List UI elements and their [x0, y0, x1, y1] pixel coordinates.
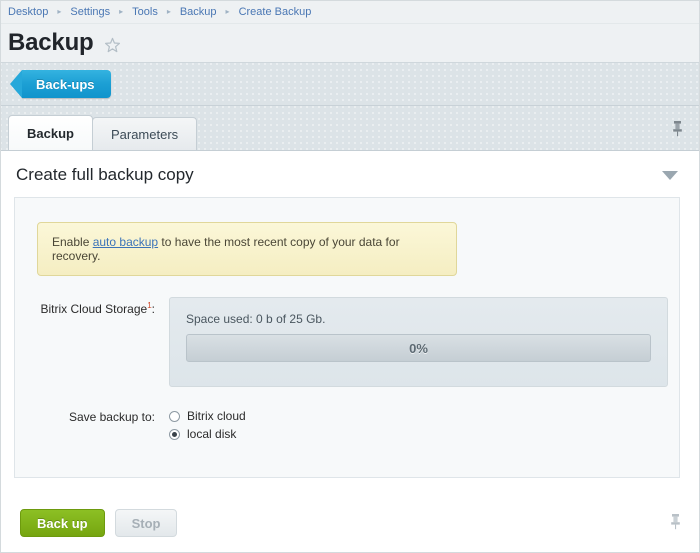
stop-button-label: Stop	[131, 515, 161, 531]
pushpin-icon-bottom[interactable]	[669, 513, 682, 533]
storage-progress-bar: 0%	[186, 334, 651, 362]
stop-button: Stop	[114, 509, 178, 537]
page-header: Backup	[0, 24, 700, 62]
radio-local-disk-label: local disk	[187, 427, 237, 441]
storage-progress-label: 0%	[409, 340, 428, 356]
breadcrumb-separator: ▸	[119, 6, 124, 16]
chevron-down-icon[interactable]	[662, 170, 678, 180]
pushpin-icon[interactable]	[671, 120, 684, 140]
breadcrumb-separator: ▸	[57, 6, 62, 16]
breadcrumb-item-create-backup[interactable]: Create Backup	[239, 6, 312, 18]
section-title: Create full backup copy	[16, 165, 194, 184]
space-used-text: Space used: 0 b of 25 Gb.	[186, 312, 326, 326]
radio-local-disk-icon[interactable]	[169, 428, 180, 440]
breadcrumb-separator: ▸	[166, 6, 171, 16]
page-title: Backup	[8, 29, 94, 56]
section-header: Create full backup copy	[0, 151, 700, 197]
cloud-storage-label-colon: :	[151, 302, 155, 316]
auto-backup-note: Enable auto backup to have the most rece…	[37, 222, 457, 276]
cloud-storage-box: Space used: 0 b of 25 Gb. 0%	[169, 297, 668, 387]
tab-bar: Backup Parameters	[0, 106, 700, 150]
auto-backup-link[interactable]: auto backup	[93, 235, 158, 249]
breadcrumb-item-backup[interactable]: Backup	[180, 6, 217, 18]
radio-bitrix-cloud-icon[interactable]	[169, 410, 180, 422]
breadcrumb-item-desktop[interactable]: Desktop	[8, 6, 48, 18]
cloud-storage-row: Bitrix Cloud Storage1: Space used: 0 b o…	[15, 297, 679, 387]
back-up-button[interactable]: Back up	[20, 509, 105, 537]
breadcrumb-item-settings[interactable]: Settings	[70, 6, 110, 18]
cloud-storage-label: Bitrix Cloud Storage1:	[25, 297, 155, 387]
breadcrumb: Desktop ▸ Settings ▸ Tools ▸ Backup ▸ Cr…	[0, 0, 700, 24]
form-panel: Enable auto backup to have the most rece…	[14, 197, 680, 478]
radio-bitrix-cloud-label: Bitrix cloud	[187, 409, 246, 423]
content-card: Create full backup copy Enable auto back…	[0, 150, 700, 495]
backups-button-label: Back-ups	[36, 76, 95, 92]
radio-option-bitrix-cloud[interactable]: Bitrix cloud	[169, 409, 246, 423]
back-up-button-label: Back up	[37, 515, 88, 531]
save-backup-to-row: Save backup to: Bitrix cloud local disk	[15, 409, 679, 445]
backups-button[interactable]: Back-ups	[10, 70, 111, 98]
star-outline-icon[interactable]	[104, 37, 121, 54]
tab-backup[interactable]: Backup	[8, 115, 93, 150]
cloud-storage-label-text: Bitrix Cloud Storage	[40, 302, 148, 316]
note-prefix-text: Enable	[52, 235, 93, 249]
radio-option-local-disk[interactable]: local disk	[169, 427, 246, 441]
toolbar: Back-ups	[0, 62, 700, 106]
breadcrumb-separator: ▸	[225, 6, 230, 16]
tab-backup-label: Backup	[27, 125, 74, 141]
save-backup-to-label: Save backup to:	[68, 410, 155, 424]
tab-parameters[interactable]: Parameters	[91, 117, 198, 150]
save-backup-to-options: Bitrix cloud local disk	[169, 409, 246, 445]
action-bar: Back up Stop	[0, 495, 700, 551]
breadcrumb-item-tools[interactable]: Tools	[132, 6, 158, 18]
tab-parameters-label: Parameters	[110, 126, 179, 142]
